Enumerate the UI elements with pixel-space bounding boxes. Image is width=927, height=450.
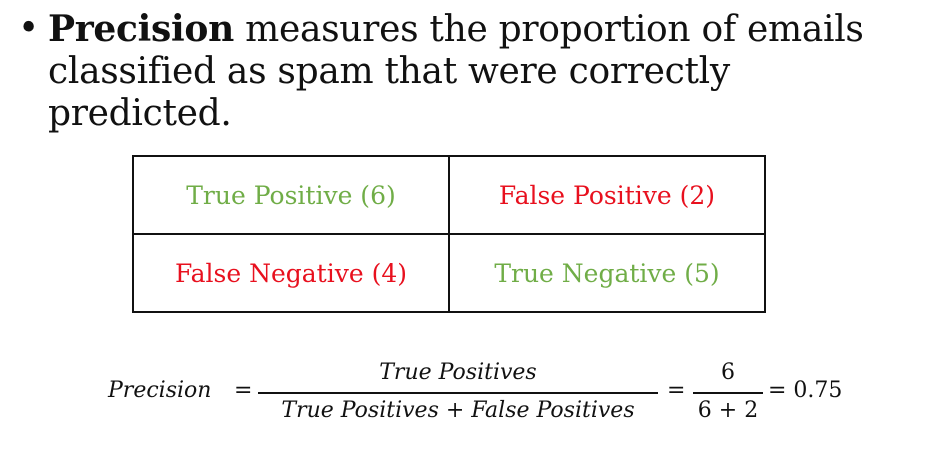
fraction1-denominator: True Positives + False Positives — [281, 398, 635, 423]
formula-lhs: Precision — [108, 378, 212, 403]
fraction2-denominator: 6 + 2 — [697, 398, 759, 423]
cell-false-positive: False Positive (2) — [448, 155, 766, 235]
precision-formula: Precision = True Positives True Positive… — [108, 355, 908, 435]
fraction1-bar — [258, 392, 658, 394]
cell-false-negative: False Negative (4) — [132, 233, 450, 313]
formula-equals-1: = — [234, 378, 253, 403]
bullet-point-icon: • — [18, 8, 39, 49]
cell-true-negative: True Negative (5) — [448, 233, 766, 313]
fraction2-bar — [693, 392, 763, 394]
bullet-text: Precision measures the proportion of ema… — [48, 8, 908, 135]
cell-true-positive: True Positive (6) — [132, 155, 450, 235]
bullet-term: Precision — [48, 8, 234, 50]
formula-result: = 0.75 — [768, 378, 843, 403]
matrix-row: False Negative (4) True Negative (5) — [132, 233, 766, 313]
bullet-line2: classified as spam that were correctly p… — [48, 51, 730, 134]
formula-equals-2: = — [667, 378, 686, 403]
bullet-line1-rest: measures the proportion of emails — [233, 9, 864, 50]
confusion-matrix: True Positive (6) False Positive (2) Fal… — [132, 155, 766, 313]
fraction2-numerator: 6 — [721, 360, 735, 385]
matrix-row: True Positive (6) False Positive (2) — [132, 155, 766, 235]
fraction1-numerator: True Positives — [379, 360, 537, 385]
